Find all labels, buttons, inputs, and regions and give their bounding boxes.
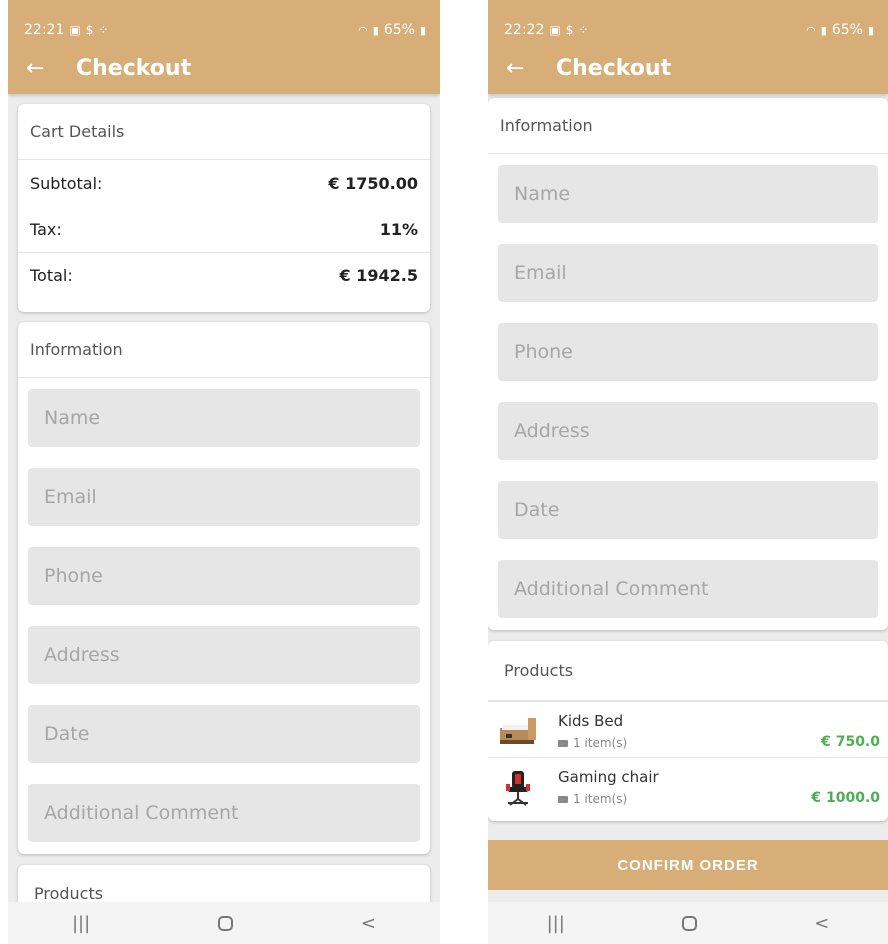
folder-icon xyxy=(558,795,568,803)
app-bar: ← Checkout xyxy=(8,42,440,94)
products-header: Products xyxy=(488,641,888,701)
tax-label: Tax: xyxy=(30,219,62,239)
dollar-icon: $ xyxy=(565,23,574,37)
bed-icon xyxy=(500,718,536,744)
confirm-order-button[interactable]: CONFIRM ORDER xyxy=(488,840,888,890)
back-arrow-icon[interactable]: ← xyxy=(26,56,76,81)
app-grid-icon: ⁘ xyxy=(98,23,109,37)
information-header: Information xyxy=(18,322,430,378)
product-price: € 750.0 xyxy=(821,734,880,750)
status-time: 22:22 xyxy=(504,22,545,38)
products-card: Products Kids Bed 1 item(s) € 750.0 Gami… xyxy=(488,641,888,821)
page-title: Checkout xyxy=(76,55,192,81)
scroll-content[interactable]: Information Name Email Phone Address Dat… xyxy=(488,94,888,902)
subtotal-label: Subtotal: xyxy=(30,173,103,193)
comment-field[interactable]: Additional Comment xyxy=(28,784,420,842)
cart-details-card: Cart Details Subtotal: € 1750.00 Tax: 11… xyxy=(18,104,430,312)
product-row[interactable]: Gaming chair 1 item(s) € 1000.0 xyxy=(488,757,888,813)
product-quantity: 1 item(s) xyxy=(558,792,627,806)
home-button[interactable] xyxy=(682,915,698,931)
battery-icon: ▮ xyxy=(867,23,874,37)
app-bar: ← Checkout xyxy=(488,42,888,94)
checkout-screen-right: 22:22 ▣ $ ⁘ ◠ ▮ 65% ▮ ← Checkout Informa… xyxy=(488,0,888,944)
battery-icon: ▮ xyxy=(419,23,426,37)
phone-field[interactable]: Phone xyxy=(498,323,878,381)
address-field[interactable]: Address xyxy=(28,626,420,684)
signal-icon: ▮ xyxy=(372,23,379,37)
date-field[interactable]: Date xyxy=(498,481,878,539)
subtotal-row: Subtotal: € 1750.00 xyxy=(18,160,430,206)
system-nav-bar: ||| < xyxy=(488,902,888,944)
battery-level: 65% xyxy=(831,22,863,38)
email-field[interactable]: Email xyxy=(498,244,878,302)
subtotal-value: € 1750.00 xyxy=(328,173,418,193)
date-field[interactable]: Date xyxy=(28,705,420,763)
gallery-icon: ▣ xyxy=(549,23,561,37)
products-header: Products xyxy=(34,883,104,903)
product-name: Gaming chair xyxy=(558,768,659,786)
product-quantity: 1 item(s) xyxy=(558,736,627,750)
recents-button[interactable]: ||| xyxy=(72,913,90,934)
total-row: Total: € 1942.5 xyxy=(18,252,430,298)
information-header: Information xyxy=(488,98,888,154)
dollar-icon: $ xyxy=(85,23,94,37)
page-title: Checkout xyxy=(556,55,672,81)
address-field[interactable]: Address xyxy=(498,402,878,460)
gaming-chair-icon xyxy=(506,771,530,806)
name-field[interactable]: Name xyxy=(498,165,878,223)
system-back-button[interactable]: < xyxy=(814,913,829,934)
total-value: € 1942.5 xyxy=(339,266,418,285)
status-time: 22:21 xyxy=(24,22,65,38)
home-button[interactable] xyxy=(218,915,234,931)
comment-field[interactable]: Additional Comment xyxy=(498,560,878,618)
tax-row: Tax: 11% xyxy=(18,206,430,252)
product-price: € 1000.0 xyxy=(811,790,880,806)
email-field[interactable]: Email xyxy=(28,468,420,526)
system-nav-bar: ||| < xyxy=(8,902,440,944)
status-bar: 22:21 ▣ $ ⁘ ◠ ▮ 65% ▮ xyxy=(8,0,440,42)
product-row[interactable]: Kids Bed 1 item(s) € 750.0 xyxy=(488,701,888,757)
system-back-button[interactable]: < xyxy=(361,913,376,934)
status-bar: 22:22 ▣ $ ⁘ ◠ ▮ 65% ▮ xyxy=(488,0,888,42)
information-card: Information Name Email Phone Address Dat… xyxy=(18,322,430,854)
information-card: Information Name Email Phone Address Dat… xyxy=(488,98,888,630)
wifi-icon: ◠ xyxy=(806,23,816,37)
app-grid-icon: ⁘ xyxy=(578,23,589,37)
signal-icon: ▮ xyxy=(820,23,827,37)
tax-value: 11% xyxy=(379,219,418,239)
back-arrow-icon[interactable]: ← xyxy=(506,56,556,81)
product-name: Kids Bed xyxy=(558,712,624,730)
name-field[interactable]: Name xyxy=(28,389,420,447)
products-card: Products xyxy=(18,865,430,902)
folder-icon xyxy=(558,739,568,747)
recents-button[interactable]: ||| xyxy=(547,913,565,934)
phone-field[interactable]: Phone xyxy=(28,547,420,605)
total-label: Total: xyxy=(30,266,73,285)
wifi-icon: ◠ xyxy=(358,23,368,37)
battery-level: 65% xyxy=(383,22,415,38)
checkout-screen-left: 22:21 ▣ $ ⁘ ◠ ▮ 65% ▮ ← Checkout Cart De… xyxy=(8,0,440,944)
gallery-icon: ▣ xyxy=(69,23,81,37)
scroll-content[interactable]: Cart Details Subtotal: € 1750.00 Tax: 11… xyxy=(8,94,440,902)
cart-details-header: Cart Details xyxy=(18,104,430,160)
